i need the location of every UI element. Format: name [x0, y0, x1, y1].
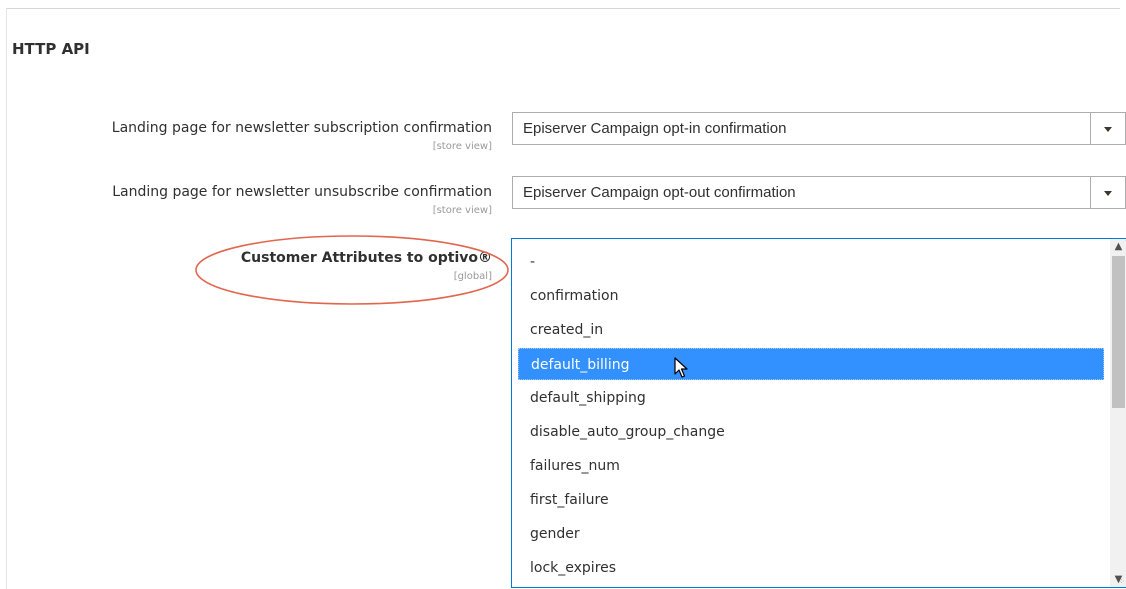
- chevron-down-icon: [1104, 191, 1112, 196]
- subscribe-landing-label: Landing page for newsletter subscription…: [111, 120, 492, 136]
- multiselect-scrollbar[interactable]: ▲ ▼: [1110, 239, 1126, 587]
- unsubscribe-landing-value: Episerver Campaign opt-out confirmation: [523, 184, 796, 201]
- attribute-option[interactable]: default_shipping: [518, 382, 1104, 414]
- attribute-option[interactable]: lock_expires: [518, 552, 1104, 584]
- unsubscribe-landing-select[interactable]: Episerver Campaign opt-out confirmation: [512, 176, 1126, 209]
- annotation-ellipse: [195, 235, 509, 305]
- scroll-up-icon[interactable]: ▲: [1113, 241, 1124, 252]
- subscribe-landing-value: Episerver Campaign opt-in confirmation: [523, 120, 787, 137]
- subscribe-landing-scope: [store view]: [432, 141, 492, 152]
- subscribe-landing-select[interactable]: Episerver Campaign opt-in confirmation: [512, 112, 1126, 145]
- section-left-divider: [6, 8, 7, 589]
- unsubscribe-landing-dropdown-button[interactable]: [1090, 177, 1125, 208]
- attribute-option[interactable]: disable_auto_group_change: [518, 416, 1104, 448]
- scrollbar-thumb[interactable]: [1112, 256, 1125, 408]
- mouse-pointer-icon: [674, 357, 688, 378]
- attribute-option[interactable]: failures_num: [518, 450, 1104, 482]
- attribute-option[interactable]: created_in: [518, 314, 1104, 346]
- unsubscribe-landing-label: Landing page for newsletter unsubscribe …: [112, 184, 492, 200]
- customer-attributes-multiselect[interactable]: - confirmation created_in default_billin…: [511, 238, 1126, 588]
- section-top-divider: [6, 8, 1120, 9]
- attribute-option[interactable]: first_failure: [518, 484, 1104, 516]
- chevron-down-icon: [1104, 127, 1112, 132]
- subscribe-landing-dropdown-button[interactable]: [1090, 113, 1125, 144]
- section-title: HTTP API: [12, 40, 90, 58]
- attribute-option-selected[interactable]: default_billing: [518, 348, 1104, 380]
- attribute-option[interactable]: -: [518, 246, 1104, 278]
- attribute-option[interactable]: gender: [518, 518, 1104, 550]
- unsubscribe-landing-scope: [store view]: [432, 205, 492, 216]
- resize-grip-icon[interactable]: ⁘: [1118, 577, 1125, 586]
- attribute-option[interactable]: confirmation: [518, 280, 1104, 312]
